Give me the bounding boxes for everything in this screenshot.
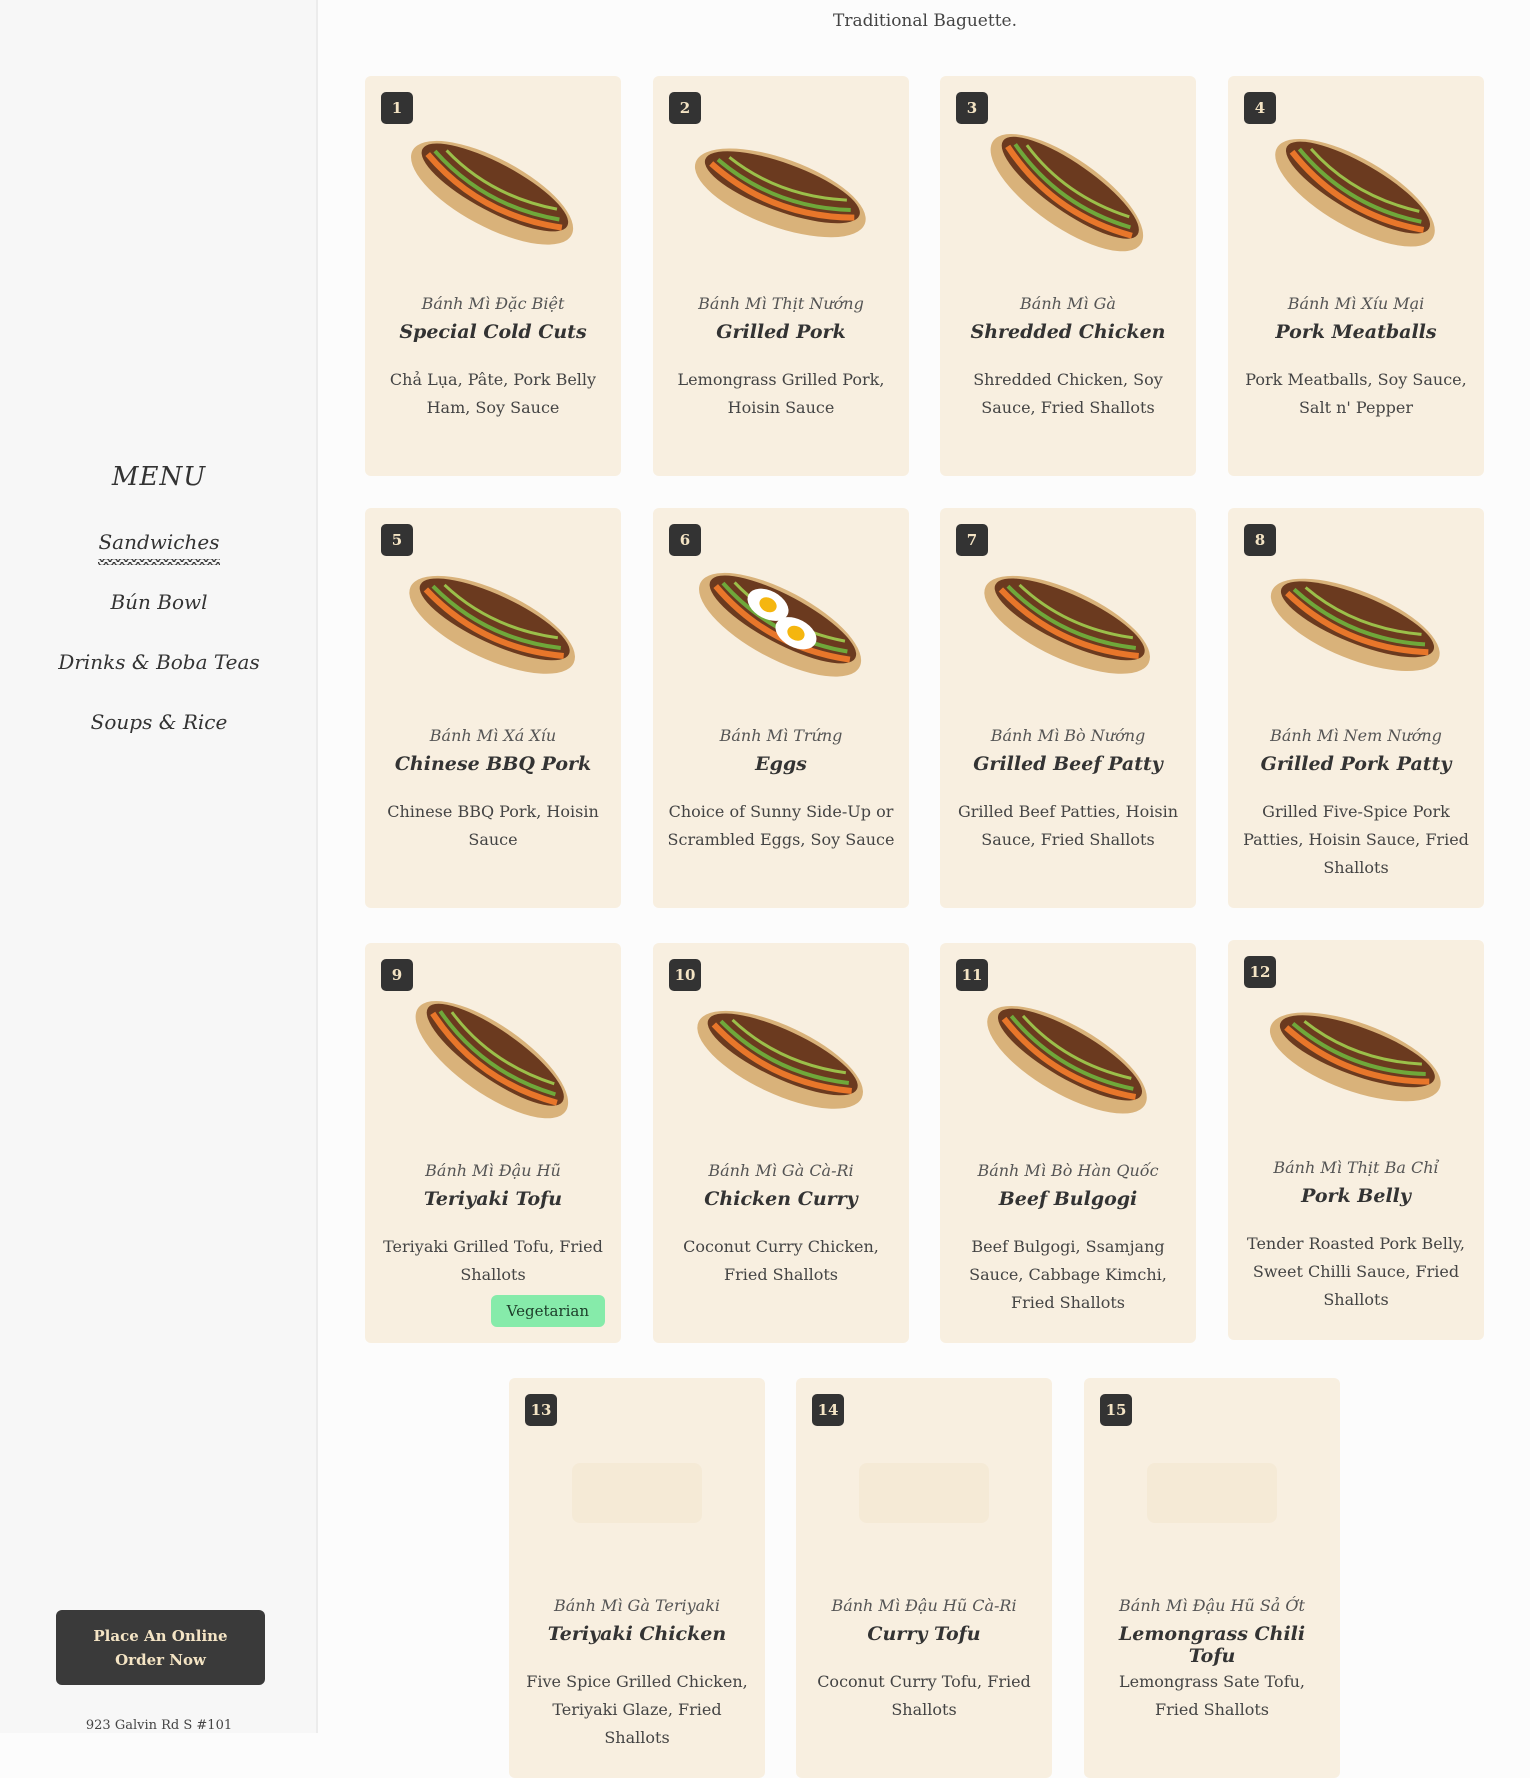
item-description: Grilled Beef Patties, Hoisin Sauce, Frie… (957, 802, 1179, 849)
menu-item-card[interactable]: 13 Bánh Mì Gà Teriyaki Teriyaki Chicken Fiv… (509, 1378, 765, 1778)
item-description: Pork Meatballs, Soy Sauce, Salt n' Peppe… (1245, 370, 1467, 417)
sandwich-icon (653, 983, 909, 1133)
sandwich-icon (940, 548, 1196, 698)
menu-item-card[interactable]: 7 Bánh Mì Bò Nướng Grilled Beef Patty Grill… (940, 508, 1196, 908)
sandwich-icon (940, 116, 1196, 266)
menu-item-card[interactable]: 4 Bánh Mì Xíu Mại Pork Meatballs Pork Meatb… (1228, 76, 1484, 476)
nav-label: Drinks & Boba Teas (58, 650, 260, 674)
item-english-name: Shredded Chicken (970, 321, 1166, 343)
item-english-name: Grilled Beef Patty (973, 753, 1163, 775)
menu-item-card[interactable]: 12 Bánh Mì Thịt Ba Chỉ Pork Belly Tender Ro… (1228, 940, 1484, 1340)
nav-label: Soups & Rice (90, 710, 228, 734)
image-placeholder (509, 1418, 765, 1568)
order-online-button[interactable]: Place An Online Order Now (56, 1610, 265, 1685)
item-english-name: Chinese BBQ Pork (394, 753, 592, 775)
menu-item-card[interactable]: 10 Bánh Mì Gà Cà-Ri Chicken Curry Coconut C… (653, 943, 909, 1343)
menu-title: MENU (111, 462, 207, 492)
item-vietnamese-name: Bánh Mì Đậu Hũ Sả Ớt (1119, 1596, 1305, 1615)
intro-text: Traditional Baguette. (833, 11, 1017, 31)
item-vietnamese-name: Bánh Mì Nem Nướng (1270, 726, 1442, 745)
sandwich-icon (365, 983, 621, 1133)
item-description: Coconut Curry Tofu, Fried Shallots (817, 1672, 1031, 1719)
sandwich-icon (365, 548, 621, 698)
vegetarian-tag: Vegetarian (490, 1295, 605, 1327)
menu-nav: Sandwiches Bún Bowl Drinks & Boba Teas S… (0, 525, 318, 765)
nav-item-bun-bowl[interactable]: Bún Bowl (0, 585, 318, 645)
menu-item-card[interactable]: 14 Bánh Mì Đậu Hũ Cà-Ri Curry Tofu Coconut … (796, 1378, 1052, 1778)
item-vietnamese-name: Bánh Mì Gà Cà-Ri (708, 1161, 854, 1180)
nav-item-soups-rice[interactable]: Soups & Rice (0, 705, 318, 765)
sandwich-icon (653, 116, 909, 266)
item-english-name: Special Cold Cuts (399, 321, 587, 343)
item-description: Beef Bulgogi, Ssamjang Sauce, Cabbage Ki… (969, 1237, 1167, 1312)
sidebar: MENU Sandwiches Bún Bowl Drinks & Boba T… (0, 0, 318, 1733)
item-description: Choice of Sunny Side-Up or Scrambled Egg… (667, 802, 895, 849)
item-english-name: Beef Bulgogi (998, 1188, 1138, 1210)
nav-label: Sandwiches (98, 525, 220, 565)
item-description: Five Spice Grilled Chicken, Teriyaki Gla… (526, 1672, 748, 1747)
sandwich-icon (1228, 116, 1484, 266)
menu-item-card[interactable]: 9 Bánh Mì Đậu Hũ Teriyaki Tofu Teriyaki Gri… (365, 943, 621, 1343)
item-vietnamese-name: Bánh Mì Thịt Nướng (698, 294, 864, 313)
item-description: Teriyaki Grilled Tofu, Fried Shallots (383, 1237, 603, 1284)
menu-item-card[interactable]: 1 Bánh Mì Đặc Biệt Special Cold Cuts Chả Lụ… (365, 76, 621, 476)
address: 923 Galvin Rd S #101 (85, 1718, 233, 1733)
item-vietnamese-name: Bánh Mì Đậu Hũ (425, 1161, 561, 1180)
item-vietnamese-name: Bánh Mì Trứng (719, 726, 843, 745)
menu-item-card[interactable]: 2 Bánh Mì Thịt Nướng Grilled Pork Lemongras… (653, 76, 909, 476)
item-vietnamese-name: Bánh Mì Bò Nướng (990, 726, 1146, 745)
item-english-name: Pork Meatballs (1275, 321, 1437, 343)
item-description: Chả Lụa, Pâte, Pork Belly Ham, Soy Sauce (389, 370, 597, 417)
item-english-name: Teriyaki Chicken (547, 1623, 727, 1645)
item-vietnamese-name: Bánh Mì Xíu Mại (1287, 294, 1425, 313)
nav-item-sandwiches[interactable]: Sandwiches (0, 525, 318, 585)
item-english-name: Chicken Curry (704, 1188, 858, 1210)
sandwich-icon (940, 983, 1196, 1133)
item-english-name: Grilled Pork (716, 321, 846, 343)
item-description: Chinese BBQ Pork, Hoisin Sauce (387, 802, 599, 849)
item-english-name: Curry Tofu (867, 1623, 981, 1645)
item-description: Coconut Curry Chicken, Fried Shallots (683, 1237, 879, 1284)
menu-item-card[interactable]: 6 Bánh Mì Trứng Eggs Choice of Sunny Side-U… (653, 508, 909, 908)
item-vietnamese-name: Bánh Mì Bò Hàn Quốc (977, 1161, 1159, 1180)
item-english-name: Teriyaki Tofu (423, 1188, 563, 1210)
item-english-name: Pork Belly (1301, 1185, 1411, 1207)
item-description: Lemongrass Sate Tofu, Fried Shallots (1119, 1672, 1305, 1719)
item-vietnamese-name: Bánh Mì Đậu Hũ Cà-Ri (831, 1596, 1017, 1615)
menu-item-card[interactable]: 11 Bánh Mì Bò Hàn Quốc Beef Bulgogi Beef Bu… (940, 943, 1196, 1343)
nav-item-drinks-boba-teas[interactable]: Drinks & Boba Teas (0, 645, 318, 705)
item-description: Grilled Five-Spice Pork Patties, Hoisin … (1243, 802, 1469, 877)
image-placeholder (796, 1418, 1052, 1568)
sandwich-icon (365, 116, 621, 266)
egg-sandwich-icon (653, 548, 909, 698)
sandwich-icon (1228, 548, 1484, 698)
item-english-name: Eggs (755, 753, 807, 775)
item-description: Lemongrass Grilled Pork, Hoisin Sauce (677, 370, 885, 417)
menu-item-card[interactable]: 5 Bánh Mì Xá Xíu Chinese BBQ Pork Chinese B… (365, 508, 621, 908)
item-vietnamese-name: Bánh Mì Thịt Ba Chỉ (1273, 1158, 1439, 1177)
menu-item-card[interactable]: 3 Bánh Mì Gà Shredded Chicken Shredded Chic… (940, 76, 1196, 476)
menu-item-card[interactable]: 15 Bánh Mì Đậu Hũ Sả Ớt Lemongrass Chili T… (1084, 1378, 1340, 1778)
menu-item-card[interactable]: 8 Bánh Mì Nem Nướng Grilled Pork Patty Gril… (1228, 508, 1484, 908)
sandwich-icon (1228, 980, 1484, 1130)
item-description: Tender Roasted Pork Belly, Sweet Chilli … (1247, 1234, 1465, 1309)
item-english-name: Grilled Pork Patty (1260, 753, 1452, 775)
nav-label: Bún Bowl (110, 590, 208, 614)
image-placeholder (1084, 1418, 1340, 1568)
item-vietnamese-name: Bánh Mì Gà Teriyaki (553, 1596, 721, 1615)
item-vietnamese-name: Bánh Mì Xá Xíu (429, 726, 557, 745)
item-english-name: Lemongrass Chili Tofu (1118, 1623, 1306, 1667)
item-vietnamese-name: Bánh Mì Đặc Biệt (421, 294, 565, 313)
item-vietnamese-name: Bánh Mì Gà (1020, 294, 1116, 313)
item-description: Shredded Chicken, Soy Sauce, Fried Shall… (973, 370, 1163, 417)
